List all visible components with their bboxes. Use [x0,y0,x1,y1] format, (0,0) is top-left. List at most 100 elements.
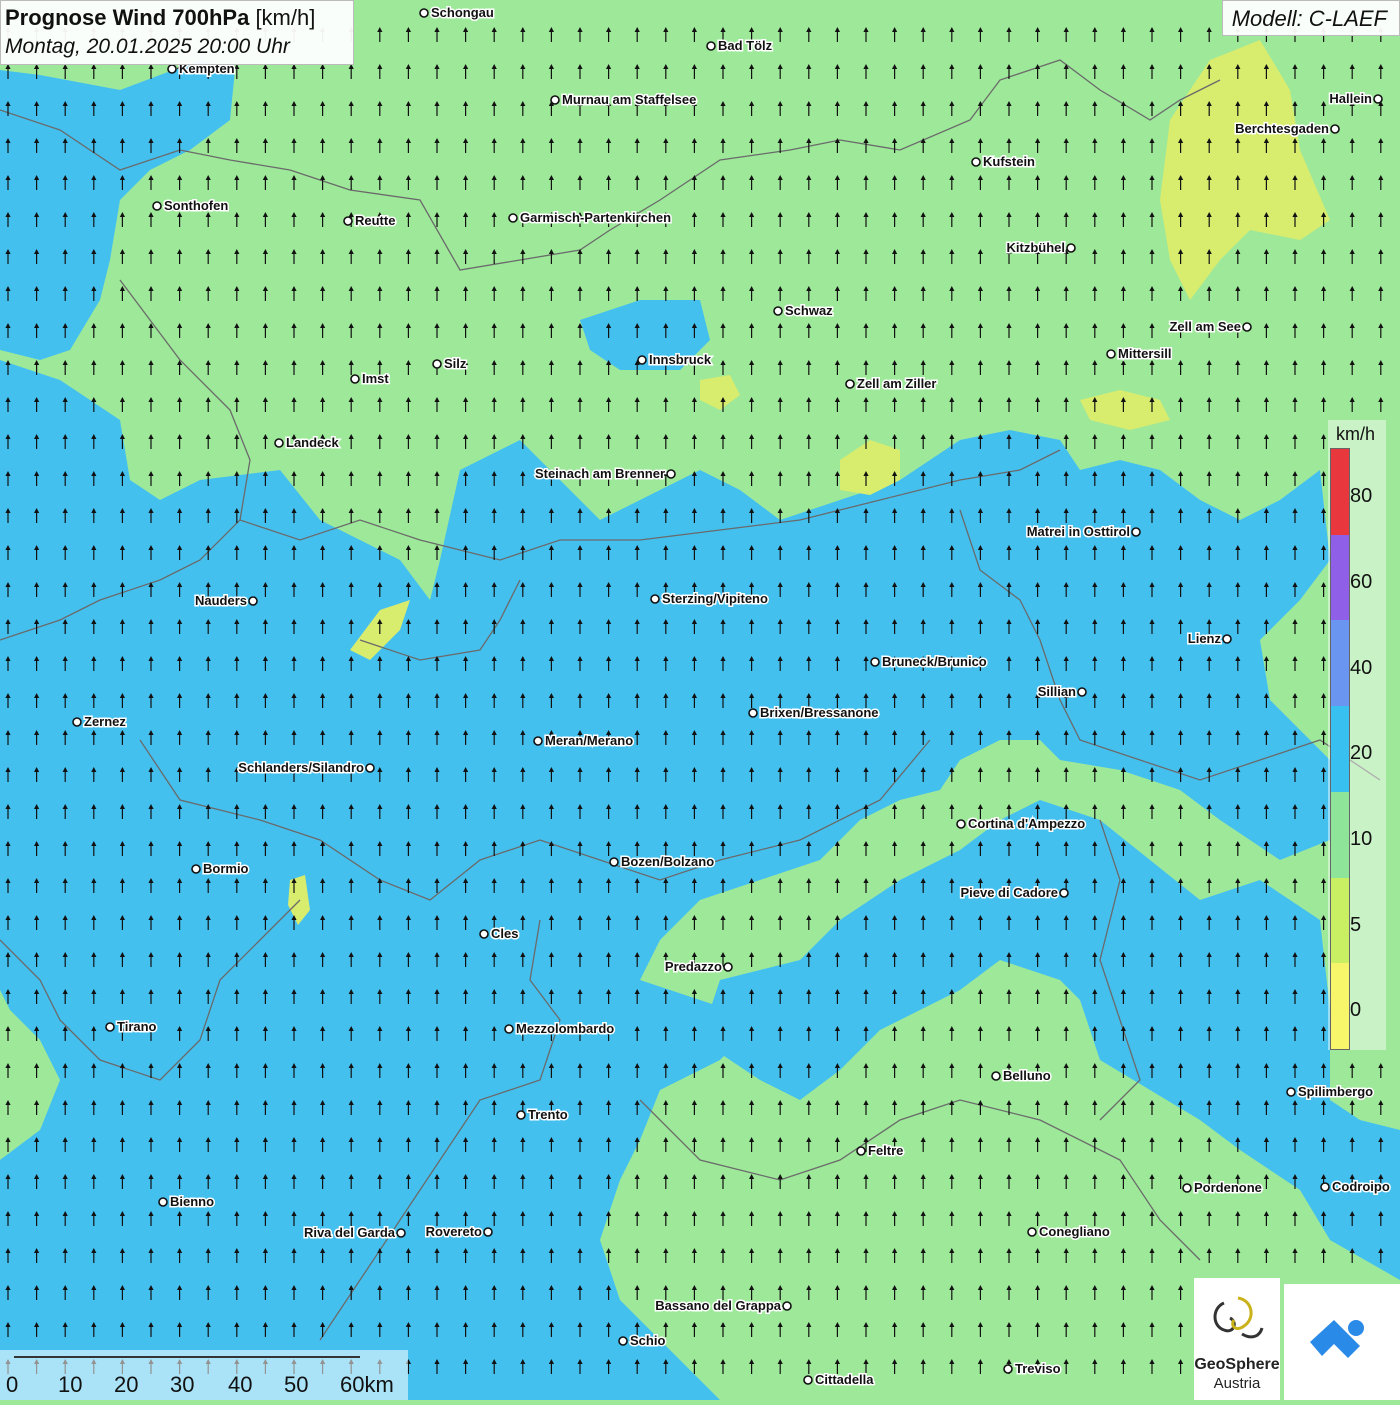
legend-segment [1331,706,1349,792]
scale-bar: 0 10 20 30 40 50 60km [0,1350,408,1400]
city-marker [533,736,543,746]
scale-label: 30 [170,1372,195,1397]
city-label: Kitzbühel [1007,240,1066,255]
city-label: Codroipo [1332,1179,1390,1194]
city-marker [508,213,518,223]
city-label: Schwaz [785,303,833,318]
city-marker [723,962,733,972]
city-marker [706,41,716,51]
city-label: Sonthofen [164,198,228,213]
legend-tick-label: 10 [1350,828,1373,850]
city-marker [158,1197,168,1207]
title-box: Prognose Wind 700hPa [km/h] Montag, 20.0… [0,0,354,65]
legend-unit: km/h [1336,424,1376,444]
weather-app-icon [1310,1320,1364,1358]
city-label: Reutte [355,213,395,228]
legend-segment [1331,620,1349,707]
city-marker [550,95,560,105]
city-marker [396,1228,406,1238]
city-marker [1373,94,1383,104]
scale-label: 0 [6,1372,19,1397]
city-marker [350,374,360,384]
city-marker [105,1022,115,1032]
city-label: Zell am Ziller [857,376,936,391]
brand-name: GeoSphere [1194,1356,1280,1373]
city-marker [956,819,966,829]
city-marker [1059,888,1069,898]
city-marker [1027,1227,1037,1237]
city-marker [167,64,177,74]
city-marker [991,1071,1001,1081]
city-marker [1066,243,1076,253]
city-marker [432,359,442,369]
city-label: Silz [444,356,467,371]
legend-segment [1331,791,1349,878]
city-label: Imst [362,371,389,386]
city-label: Lienz [1188,631,1222,646]
geosphere-logo: GeoSphere Austria [1194,1278,1280,1400]
title-unit: [km/h] [255,5,316,30]
model-label: Modell: C-LAEF [1231,6,1387,31]
legend-segment [1331,877,1349,964]
legend-tick-label: 80 [1350,485,1373,508]
scale-label: 10 [58,1372,83,1397]
city-label: Hallein [1329,91,1372,106]
city-marker [504,1024,514,1034]
city-marker [609,857,619,867]
city-label: Meran/Merano [545,733,633,748]
city-marker [516,1110,526,1120]
emblem-swirl [1241,1327,1264,1339]
geosphere-emblem-icon [1213,1296,1264,1339]
scale-line [14,1356,360,1358]
city-label: Cortina d'Ampezzo [968,816,1085,831]
city-label: Steinach am Brenner [535,466,665,481]
legend-segment [1331,449,1349,535]
city-label: Treviso [1015,1361,1061,1376]
city-marker [637,355,647,365]
city-label: Landeck [286,435,340,450]
city-label: Bassano del Grappa [655,1298,781,1313]
scale-label: 40 [228,1372,253,1397]
city-marker [1077,687,1087,697]
city-label: Schio [630,1333,665,1348]
city-marker [1131,527,1141,537]
city-marker [1003,1364,1013,1374]
city-label: Nauders [195,593,247,608]
city-label: Tirano [117,1019,157,1034]
forecast-datetime: Montag, 20.01.2025 20:00 Uhr [5,35,290,58]
map-title: Prognose Wind 700hPa [km/h] [5,5,315,31]
city-label: Belluno [1003,1068,1051,1083]
city-label: Zell am See [1169,319,1241,334]
city-label: Cles [491,926,518,941]
city-marker [1330,124,1340,134]
city-label: Pordenone [1194,1180,1262,1195]
city-marker [1182,1183,1192,1193]
city-label: Bad Tölz [718,38,773,53]
city-marker [365,763,375,773]
city-label: Riva del Garda [304,1225,396,1240]
legend-bar [1330,448,1350,1050]
scale-label: 50 [284,1372,309,1397]
title-main: Prognose Wind 700hPa [5,5,250,30]
city-marker [856,1146,866,1156]
city-label: Cittadella [815,1372,874,1387]
city-marker [1106,349,1116,359]
city-label: Berchtesgaden [1235,121,1329,136]
legend-segment [1331,534,1349,621]
city-marker [1286,1087,1296,1097]
scale-label: 20 [114,1372,139,1397]
city-label: Spilimbergo [1298,1084,1373,1099]
legend-segment [1331,963,1349,1049]
city-marker [191,864,201,874]
city-marker [479,929,489,939]
city-label: Bozen/Bolzano [621,854,714,869]
city-marker [1242,322,1252,332]
city-marker [1222,634,1232,644]
city-marker [343,216,353,226]
city-label: Innsbruck [649,352,712,367]
legend-tick-label: 5 [1350,913,1362,936]
city-marker [845,379,855,389]
model-box: Modell: C-LAEF [1222,0,1400,36]
city-marker [782,1301,792,1311]
city-label: Schongau [431,5,494,20]
